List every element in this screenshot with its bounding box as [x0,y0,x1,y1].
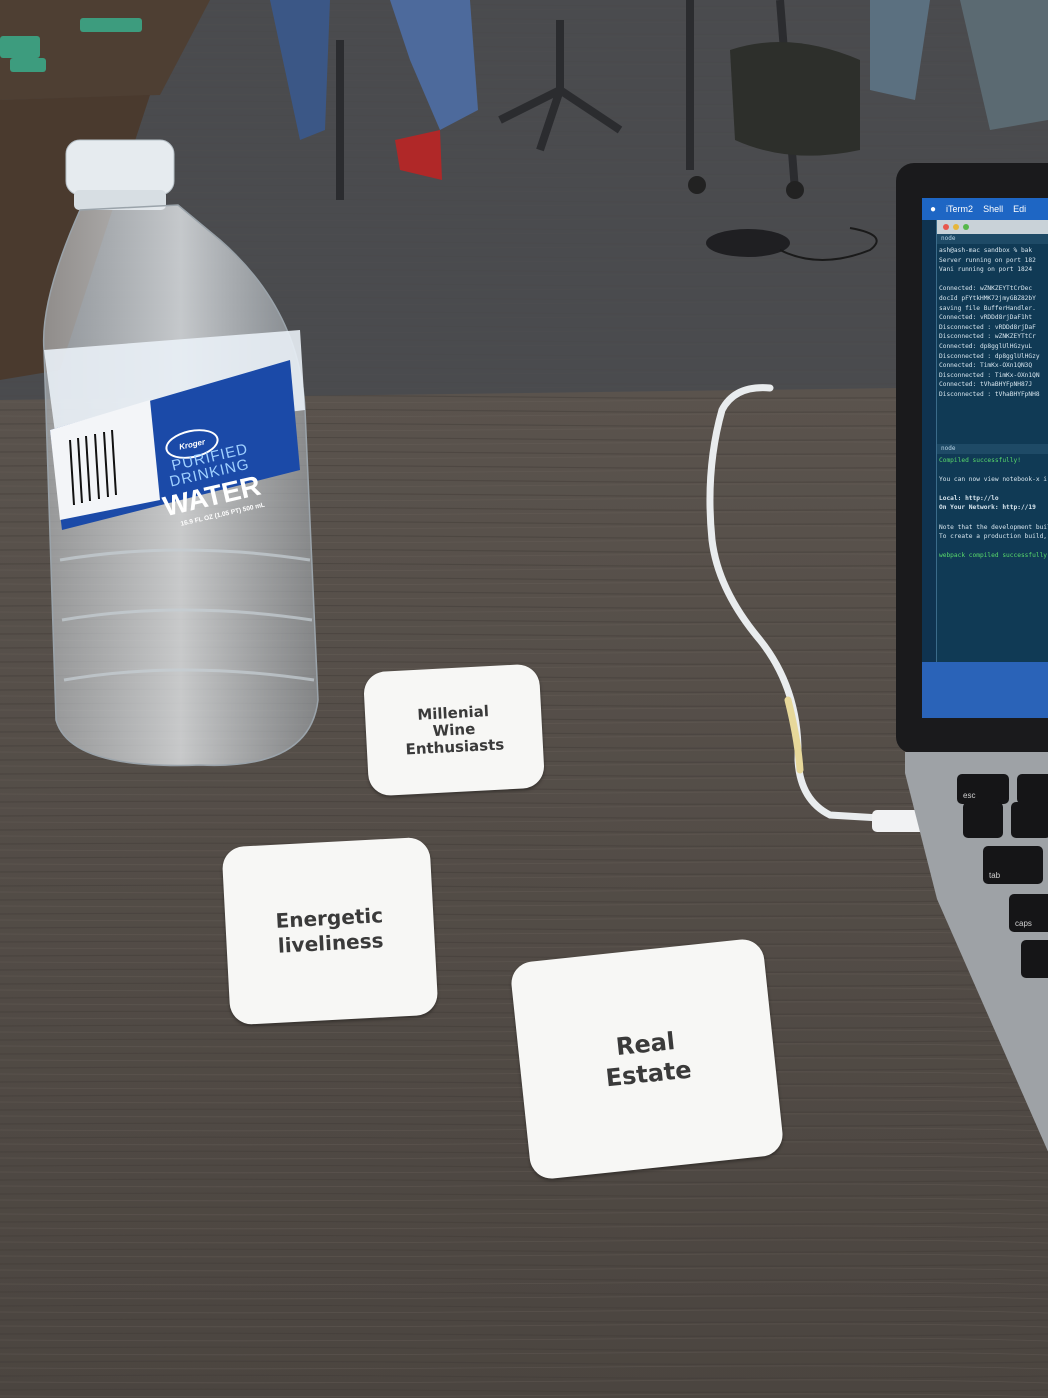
key-shift[interactable] [1021,940,1048,978]
backpack [730,42,860,156]
card-text: Energetic liveliness [275,903,384,958]
key-caps[interactable]: caps [1009,894,1048,932]
terminal-line: Local: http://lo [939,494,999,502]
menu-app-name[interactable]: iTerm2 [946,204,973,214]
terminal-line: Vani running on port 1824 [939,266,1033,274]
card-energetic-liveliness: Energetic liveliness [221,836,439,1026]
top-pane-output: ash@ash-mac sandbox % bak Server running … [937,244,1048,400]
terminal-line: Disconnected : vRDDd8rjDaF [939,323,1036,331]
terminal-line: Note that the development buil [939,523,1048,531]
terminal-line: Server running on port 182 [939,256,1036,264]
card-millenial-wine-enthusiasts: Millenial Wine Enthusiasts [362,663,546,797]
laptop-screen: ● iTerm2 Shell Edi node ash@ash-mac sand… [922,198,1048,718]
terminal-line: Connected: TimKx-OXn1QN3Q [939,362,1033,370]
mac-menubar: ● iTerm2 Shell Edi [922,198,1048,220]
terminal-line: Compiled successfully! [939,456,1021,464]
key-tab[interactable]: tab [983,846,1043,884]
bottom-pane-tab[interactable]: node [937,443,1048,454]
zoom-icon[interactable] [963,224,969,230]
terminal-line: To create a production build, [939,533,1048,541]
terminal-line: Disconnected : TimKx-OXn1QN [939,371,1040,379]
minimize-icon[interactable] [953,224,959,230]
terminal-line: Disconnected : tVhaBHYFpNH8 [939,390,1040,398]
top-pane-tab[interactable]: node [937,234,1048,244]
key-1[interactable] [1011,802,1048,838]
card-text: Real Estate [604,1027,693,1093]
floor-outlet [706,229,790,257]
terminal-line: Connected: dp8gglUlHGzyuL [939,342,1033,350]
terminal-line: Connected: tVhaBHYFpNH87J [939,381,1033,389]
key-f1[interactable] [1017,774,1048,804]
menu-shell[interactable]: Shell [983,204,1003,214]
terminal-titlebar [937,220,1048,234]
terminal-window[interactable]: node ash@ash-mac sandbox % bak Server run… [936,220,1048,680]
terminal-line: Disconnected : wZNKZEYTtCr [939,333,1036,341]
sticker [80,18,142,32]
bottom-pane-output: Compiled successfully! You can now view … [937,454,1048,562]
mac-dock [922,662,1048,718]
apple-icon: ● [930,203,937,215]
terminal-line: docId pFYtkHMK72jmyGBZ82bY [939,294,1036,302]
terminal-line: You can now view notebook-x i [939,475,1048,483]
terminal-line: On Your Network: http://19 [939,504,1036,512]
terminal-line: Disconnected : dp8gglUlHGzy [939,352,1040,360]
terminal-line: saving file BufferHandler. [939,304,1036,312]
terminal-line: ash@ash-mac sandbox % bak [939,247,1033,254]
terminal-line: Connected: wZNKZEYTtCrDec [939,285,1033,293]
terminal-line: Connected: vRDDd8rjDaF1ht [939,314,1033,322]
key-tilde[interactable] [963,802,1003,838]
menu-edit[interactable]: Edi [1013,204,1026,214]
close-icon[interactable] [943,224,949,230]
card-real-estate: Real Estate [509,937,785,1181]
key-esc[interactable]: esc [957,774,1009,804]
terminal-line: webpack compiled successfully [939,552,1048,560]
card-text: Millenial Wine Enthusiasts [405,701,505,759]
